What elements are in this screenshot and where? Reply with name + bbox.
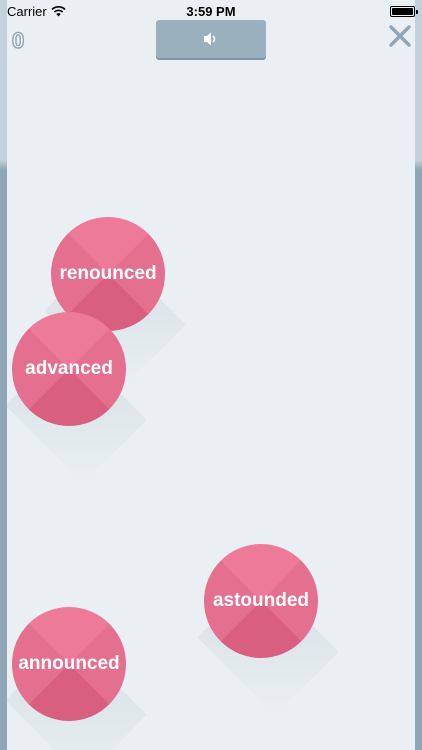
left-rail	[0, 0, 7, 750]
carrier-label: Carrier	[7, 3, 47, 19]
carrier-group: Carrier	[7, 4, 66, 19]
word-bubble-announced[interactable]: announced	[5, 607, 147, 750]
play-sound-button[interactable]	[156, 20, 266, 58]
bubble-word: astounded	[212, 590, 310, 611]
word-bubble-astounded[interactable]: astounded	[197, 544, 339, 716]
battery-fill	[392, 7, 413, 15]
status-bar: Carrier 3:59 PM	[0, 0, 422, 22]
battery-icon	[390, 5, 418, 17]
word-bubble-advanced[interactable]: advanced	[5, 312, 147, 484]
bubble-word: announced	[18, 653, 120, 674]
score-counter: 0	[11, 27, 25, 54]
speaker-icon	[204, 32, 216, 46]
bubble-word: advanced	[25, 358, 113, 379]
close-button[interactable]	[388, 24, 412, 48]
close-icon	[389, 25, 411, 47]
wifi-icon	[51, 5, 66, 16]
right-rail	[415, 0, 422, 750]
